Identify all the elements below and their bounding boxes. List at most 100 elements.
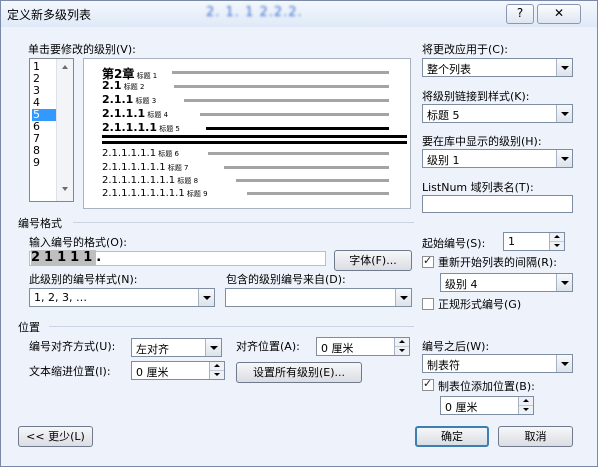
preview-number: 2.1.1.1.1.1.1.1.1 [102, 188, 185, 199]
listnum-input[interactable] [422, 195, 573, 213]
spin-down-icon[interactable] [210, 371, 224, 379]
preview-caption: 标题 8 [175, 177, 199, 185]
preview-rule [184, 99, 389, 102]
preview-number: 2.1.1.1.1.1.1.1 [102, 175, 176, 186]
font-button[interactable]: 字体(F)... [334, 250, 412, 271]
preview-rule [102, 141, 407, 144]
chevron-down-icon[interactable] [556, 150, 572, 167]
chevron-down-icon[interactable] [205, 339, 221, 356]
follow-number-value: 制表符 [427, 359, 460, 372]
preview-rule [174, 85, 389, 88]
start-at-spinner[interactable]: 1 [503, 232, 565, 251]
level-listbox[interactable]: 123456789 [29, 58, 74, 202]
ok-button[interactable]: 确定 [415, 426, 489, 447]
chevron-down-icon[interactable] [395, 289, 411, 306]
indent-label: 文本缩进位置(I): [29, 365, 111, 378]
blurred-title-text: 2. 1. 1 2.2.2. [206, 5, 303, 20]
chevron-down-icon[interactable] [556, 59, 572, 76]
aligned-at-spinner[interactable]: 0 厘米 [316, 337, 410, 356]
format-level-token: 1 [83, 250, 97, 265]
format-suffix: . [96, 250, 106, 265]
preview-caption: 标题 9 [184, 190, 208, 198]
indent-value: 0 厘米 [136, 366, 169, 379]
help-button[interactable]: ? [506, 4, 534, 24]
number-format-section-label: 编号格式 [18, 217, 62, 230]
level-item[interactable]: 9 [32, 157, 57, 169]
close-button[interactable]: ✕ [537, 4, 581, 24]
preview-rule [200, 113, 389, 116]
format-level-token: 1 [44, 250, 58, 265]
preview-rule [247, 192, 389, 195]
spin-down-icon[interactable] [395, 347, 409, 355]
preview-number: 2.1 [102, 79, 122, 92]
listnum-label: ListNum 域列表名(T): [422, 181, 534, 194]
preview-line: 2.1.1 标题 3 [102, 93, 156, 106]
level-list-scrollbar[interactable] [56, 59, 73, 201]
spin-down-icon[interactable] [519, 406, 533, 414]
preview-line: 2.1.1.1.1.1.1.1.1 标题 9 [102, 186, 208, 199]
spinner-buttons[interactable] [394, 338, 409, 355]
legal-checkbox[interactable] [422, 298, 434, 310]
legal-label: 正规形式编号(G) [438, 298, 522, 311]
alignment-value: 左对齐 [136, 343, 169, 356]
spin-up-icon[interactable] [395, 338, 409, 347]
chevron-down-icon[interactable] [198, 289, 214, 306]
chevron-down-icon[interactable] [556, 105, 572, 122]
help-icon: ? [516, 6, 524, 20]
gallery-level-combo[interactable]: 级别 1 [422, 149, 573, 168]
include-level-label: 包含的级别编号来自(D): [226, 273, 346, 286]
chevron-down-icon[interactable] [556, 274, 572, 291]
level-preview: 第2章 标题 1 2.1 标题 2 2.1.1 标题 3 2.1.1.1 标题 4 2.… [83, 58, 411, 209]
number-style-combo[interactable]: 1, 2, 3, … [29, 288, 215, 307]
spin-up-icon[interactable] [519, 397, 533, 406]
tab-add-checkbox[interactable] [422, 377, 434, 391]
number-style-value: 1, 2, 3, … [34, 291, 87, 304]
cancel-button[interactable]: 取消 [498, 426, 573, 447]
preview-rule [102, 135, 407, 138]
gallery-level-label: 要在库中显示的级别(H): [422, 135, 542, 148]
preview-line: 2.1.1.1 标题 4 [102, 107, 168, 120]
close-icon: ✕ [553, 6, 565, 20]
title-bar: 定义新多级列表 2. 1. 1 2.2.2. ? ✕ [1, 1, 597, 27]
preview-number: 2.1.1.1.1.1 [102, 148, 157, 159]
dialog-title: 定义新多级列表 [7, 8, 92, 22]
link-style-value: 标题 5 [427, 109, 460, 122]
format-input[interactable]: 21111. [29, 250, 326, 266]
include-level-combo[interactable] [225, 288, 412, 307]
start-at-label: 起始编号(S): [422, 237, 486, 250]
indent-spinner[interactable]: 0 厘米 [131, 361, 225, 380]
link-style-label: 将级别链接到样式(K): [422, 90, 530, 103]
link-style-combo[interactable]: 标题 5 [422, 104, 573, 123]
preview-number: 2.1.1.1 [102, 107, 146, 120]
start-at-value: 1 [508, 235, 515, 248]
preview-rule [224, 166, 389, 169]
set-all-levels-button[interactable]: 设置所有级别(E)... [236, 362, 362, 383]
alignment-combo[interactable]: 左对齐 [131, 338, 222, 357]
aligned-at-label: 对齐位置(A): [236, 340, 300, 353]
apply-to-combo[interactable]: 整个列表 [422, 58, 573, 77]
spinner-buttons[interactable] [209, 362, 224, 379]
format-level-token: 1 [70, 250, 84, 265]
preview-line: 2.1 标题 2 [102, 79, 144, 92]
chevron-down-icon[interactable] [556, 355, 572, 372]
spinner-buttons[interactable] [518, 397, 533, 414]
gallery-level-value: 级别 1 [427, 154, 460, 167]
restart-level-value: 级别 4 [445, 278, 478, 291]
level-list-label: 单击要修改的级别(V): [28, 43, 136, 56]
restart-level-combo[interactable]: 级别 4 [440, 273, 573, 292]
preview-rule [236, 179, 389, 182]
preview-rule [208, 152, 389, 155]
preview-line: 2.1.1.1.1.1.1 标题 7 [102, 160, 189, 173]
spin-down-icon[interactable] [550, 242, 564, 250]
preview-number: 2.1.1.1.1 [102, 121, 157, 134]
restart-checkbox[interactable] [422, 254, 434, 268]
spin-up-icon[interactable] [550, 233, 564, 242]
follow-number-combo[interactable]: 制表符 [422, 354, 573, 373]
spinner-buttons[interactable] [549, 233, 564, 250]
spin-up-icon[interactable] [210, 362, 224, 371]
preview-number: 2.1.1 [102, 93, 134, 106]
tab-add-spinner[interactable]: 0 厘米 [440, 396, 534, 415]
format-level-token: 1 [57, 250, 71, 265]
preview-caption: 标题 3 [133, 97, 157, 105]
less-button[interactable]: << 更少(L) [18, 426, 93, 447]
